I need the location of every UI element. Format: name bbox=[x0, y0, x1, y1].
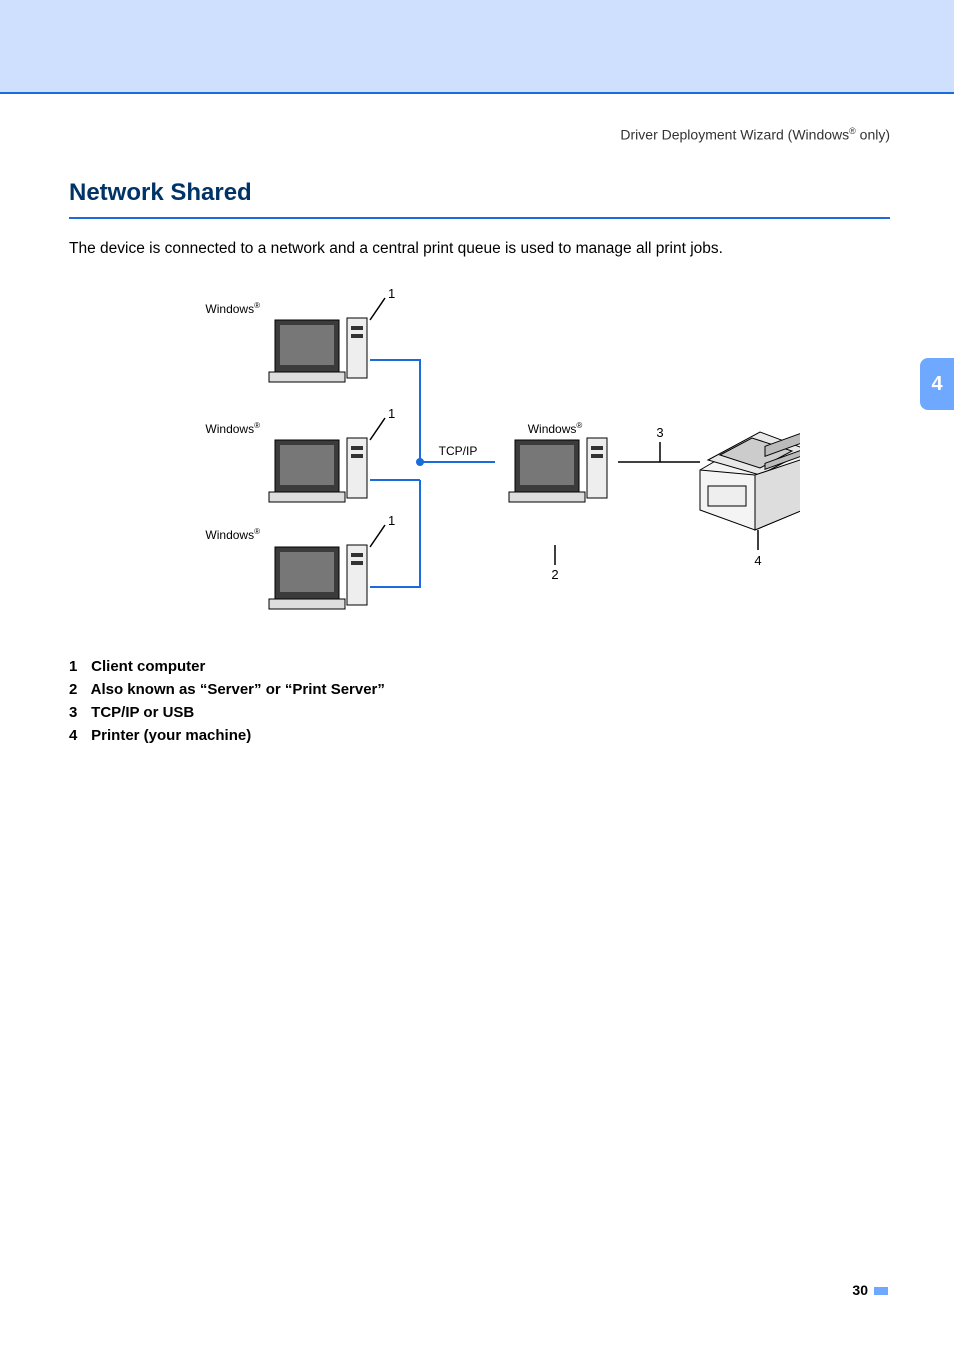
callout-2: 2 bbox=[551, 567, 558, 582]
server-computer-icon bbox=[509, 438, 607, 502]
legend-row: 1 Client computer bbox=[69, 658, 890, 675]
svg-text:Windows®: Windows® bbox=[205, 527, 260, 542]
running-head-suffix: only) bbox=[856, 127, 890, 143]
legend-text: TCP/IP or USB bbox=[91, 704, 194, 721]
callout-4: 4 bbox=[754, 553, 761, 568]
legend-num: 1 bbox=[69, 658, 87, 675]
legend-row: 3 TCP/IP or USB bbox=[69, 704, 890, 721]
legend-row: 2 Also known as “Server” or “Print Serve… bbox=[69, 681, 890, 698]
network-diagram: Windows® 1 Windows® 1 bbox=[69, 285, 890, 630]
printer-icon bbox=[700, 432, 800, 530]
running-head-prefix: Driver Deployment Wizard (Windows bbox=[620, 127, 849, 143]
section-body: The device is connected to a network and… bbox=[69, 239, 890, 259]
svg-text:Windows®: Windows® bbox=[527, 421, 582, 436]
client3-label: Windows bbox=[205, 528, 254, 542]
legend-text: Printer (your machine) bbox=[91, 727, 251, 744]
server-reg: ® bbox=[576, 421, 582, 430]
legend-num: 2 bbox=[69, 681, 87, 698]
diagram-legend: 1 Client computer 2 Also known as “Serve… bbox=[69, 658, 890, 744]
client1-label: Windows bbox=[205, 302, 254, 316]
page-number: 30 bbox=[852, 1282, 888, 1298]
legend-row: 4 Printer (your machine) bbox=[69, 727, 890, 744]
section-divider bbox=[69, 217, 890, 219]
section-title: Network Shared bbox=[69, 179, 890, 213]
legend-num: 3 bbox=[69, 704, 87, 721]
callout-1c: 1 bbox=[388, 513, 395, 528]
page: 4 Driver Deployment Wizard (Windows® onl… bbox=[0, 0, 954, 1350]
client2-reg: ® bbox=[254, 421, 260, 430]
client-computer-icon bbox=[269, 318, 367, 382]
server-label: Windows bbox=[527, 422, 576, 436]
client-computer-icon bbox=[269, 545, 367, 609]
callout-1a: 1 bbox=[388, 286, 395, 301]
client1-reg: ® bbox=[254, 301, 260, 310]
client2-label: Windows bbox=[205, 422, 254, 436]
content-area: Driver Deployment Wizard (Windows® only)… bbox=[0, 94, 954, 744]
diagram-svg: Windows® 1 Windows® 1 bbox=[160, 285, 800, 630]
legend-text: Also known as “Server” or “Print Server” bbox=[91, 681, 385, 698]
callout-3: 3 bbox=[656, 425, 663, 440]
client-computer-icon bbox=[269, 438, 367, 502]
svg-text:Windows®: Windows® bbox=[205, 421, 260, 436]
running-head: Driver Deployment Wizard (Windows® only) bbox=[69, 126, 890, 143]
header-blank-band bbox=[0, 0, 954, 92]
svg-text:Windows®: Windows® bbox=[205, 301, 260, 316]
legend-num: 4 bbox=[69, 727, 87, 744]
protocol-label: TCP/IP bbox=[438, 444, 477, 458]
client3-reg: ® bbox=[254, 527, 260, 536]
registered-mark: ® bbox=[849, 126, 856, 136]
legend-text: Client computer bbox=[91, 658, 205, 675]
callout-1b: 1 bbox=[388, 406, 395, 421]
